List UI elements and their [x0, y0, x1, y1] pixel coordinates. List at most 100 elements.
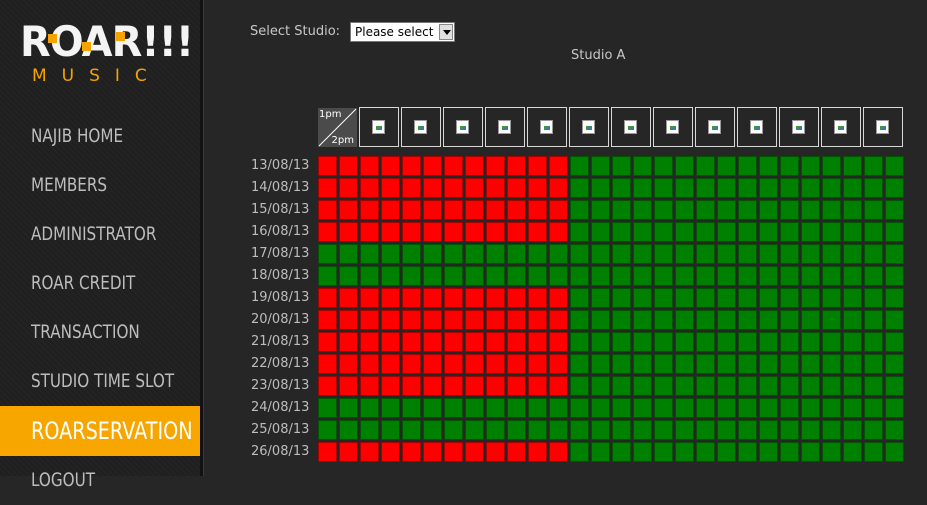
booked-slot[interactable]	[465, 222, 484, 242]
available-slot[interactable]	[549, 266, 568, 286]
available-slot[interactable]	[591, 420, 610, 440]
booked-slot[interactable]	[402, 332, 421, 352]
available-slot[interactable]	[738, 178, 757, 198]
booked-slot[interactable]	[423, 442, 442, 462]
available-slot[interactable]	[675, 222, 694, 242]
available-slot[interactable]	[675, 200, 694, 220]
available-slot[interactable]	[339, 244, 358, 264]
available-slot[interactable]	[633, 420, 652, 440]
available-slot[interactable]	[864, 398, 883, 418]
available-slot[interactable]	[549, 244, 568, 264]
available-slot[interactable]	[801, 288, 820, 308]
available-slot[interactable]	[675, 332, 694, 352]
available-slot[interactable]	[885, 398, 904, 418]
available-slot[interactable]	[885, 420, 904, 440]
booked-slot[interactable]	[528, 332, 547, 352]
available-slot[interactable]	[654, 200, 673, 220]
available-slot[interactable]	[780, 376, 799, 396]
available-slot[interactable]	[885, 266, 904, 286]
available-slot[interactable]	[486, 420, 505, 440]
booked-slot[interactable]	[486, 156, 505, 176]
booked-slot[interactable]	[528, 156, 547, 176]
available-slot[interactable]	[696, 222, 715, 242]
booked-slot[interactable]	[360, 376, 379, 396]
booked-slot[interactable]	[507, 178, 526, 198]
booked-slot[interactable]	[507, 288, 526, 308]
booked-slot[interactable]	[423, 156, 442, 176]
available-slot[interactable]	[822, 178, 841, 198]
available-slot[interactable]	[402, 420, 421, 440]
booked-slot[interactable]	[528, 310, 547, 330]
booked-slot[interactable]	[528, 222, 547, 242]
available-slot[interactable]	[885, 222, 904, 242]
booked-slot[interactable]	[318, 156, 337, 176]
available-slot[interactable]	[444, 266, 463, 286]
available-slot[interactable]	[570, 200, 589, 220]
available-slot[interactable]	[759, 398, 778, 418]
available-slot[interactable]	[612, 376, 631, 396]
available-slot[interactable]	[696, 200, 715, 220]
available-slot[interactable]	[612, 222, 631, 242]
booked-slot[interactable]	[360, 222, 379, 242]
available-slot[interactable]	[423, 244, 442, 264]
available-slot[interactable]	[465, 244, 484, 264]
booked-slot[interactable]	[549, 222, 568, 242]
available-slot[interactable]	[843, 376, 862, 396]
booked-slot[interactable]	[528, 354, 547, 374]
nav-item-administrator[interactable]: ADMINISTRATOR	[0, 210, 200, 259]
booked-slot[interactable]	[507, 376, 526, 396]
booked-slot[interactable]	[507, 200, 526, 220]
available-slot[interactable]	[444, 244, 463, 264]
available-slot[interactable]	[465, 398, 484, 418]
available-slot[interactable]	[885, 156, 904, 176]
booked-slot[interactable]	[444, 442, 463, 462]
available-slot[interactable]	[654, 332, 673, 352]
available-slot[interactable]	[633, 156, 652, 176]
booked-slot[interactable]	[549, 310, 568, 330]
available-slot[interactable]	[696, 288, 715, 308]
available-slot[interactable]	[465, 420, 484, 440]
available-slot[interactable]	[780, 200, 799, 220]
available-slot[interactable]	[654, 288, 673, 308]
available-slot[interactable]	[360, 266, 379, 286]
booked-slot[interactable]	[360, 178, 379, 198]
available-slot[interactable]	[696, 266, 715, 286]
booked-slot[interactable]	[486, 354, 505, 374]
available-slot[interactable]	[591, 156, 610, 176]
booked-slot[interactable]	[381, 222, 400, 242]
available-slot[interactable]	[885, 332, 904, 352]
available-slot[interactable]	[843, 244, 862, 264]
available-slot[interactable]	[507, 244, 526, 264]
booked-slot[interactable]	[360, 156, 379, 176]
booked-slot[interactable]	[507, 442, 526, 462]
available-slot[interactable]	[822, 200, 841, 220]
available-slot[interactable]	[381, 266, 400, 286]
booked-slot[interactable]	[339, 222, 358, 242]
booked-slot[interactable]	[549, 332, 568, 352]
booked-slot[interactable]	[402, 442, 421, 462]
available-slot[interactable]	[675, 288, 694, 308]
available-slot[interactable]	[717, 398, 736, 418]
available-slot[interactable]	[675, 442, 694, 462]
available-slot[interactable]	[423, 420, 442, 440]
booked-slot[interactable]	[318, 354, 337, 374]
available-slot[interactable]	[885, 376, 904, 396]
available-slot[interactable]	[654, 310, 673, 330]
available-slot[interactable]	[843, 156, 862, 176]
available-slot[interactable]	[654, 442, 673, 462]
booked-slot[interactable]	[423, 222, 442, 242]
available-slot[interactable]	[780, 420, 799, 440]
available-slot[interactable]	[696, 420, 715, 440]
booked-slot[interactable]	[381, 442, 400, 462]
available-slot[interactable]	[780, 288, 799, 308]
available-slot[interactable]	[843, 332, 862, 352]
available-slot[interactable]	[381, 420, 400, 440]
available-slot[interactable]	[717, 266, 736, 286]
booked-slot[interactable]	[465, 178, 484, 198]
available-slot[interactable]	[822, 398, 841, 418]
available-slot[interactable]	[339, 398, 358, 418]
booked-slot[interactable]	[360, 332, 379, 352]
available-slot[interactable]	[822, 288, 841, 308]
available-slot[interactable]	[675, 244, 694, 264]
available-slot[interactable]	[633, 178, 652, 198]
